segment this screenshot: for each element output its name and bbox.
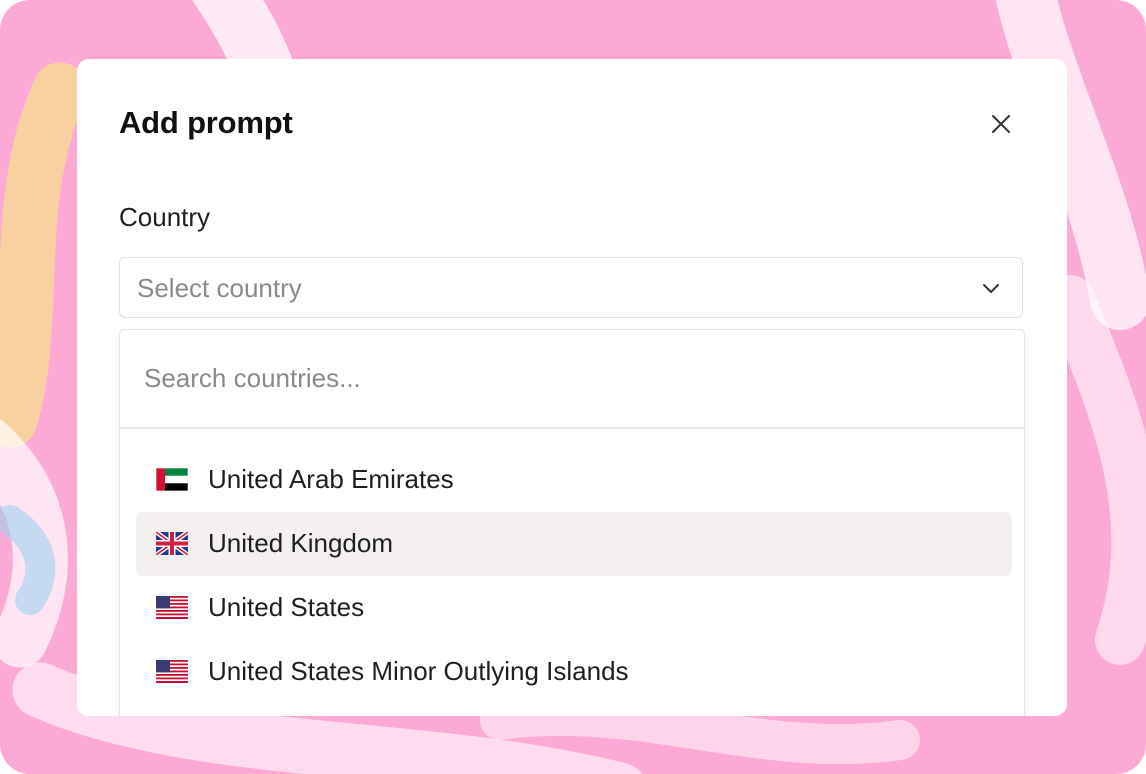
add-prompt-dialog: Add prompt Country Select country Search… [77, 59, 1067, 716]
country-select-placeholder: Select country [137, 273, 302, 303]
country-option-united-kingdom[interactable]: United Kingdom [136, 512, 1012, 576]
country-select[interactable]: Select country [119, 257, 1023, 318]
flag-uae-icon [156, 468, 188, 491]
flag-us-icon [156, 660, 188, 683]
country-option-united-states[interactable]: United States [136, 576, 1012, 640]
option-label: United States [208, 592, 365, 622]
backdrop: Add prompt Country Select country Search… [0, 0, 1146, 774]
country-label: Country [119, 202, 211, 232]
country-search-input[interactable] [144, 358, 994, 398]
flag-us-icon [156, 596, 188, 619]
close-icon [992, 115, 1010, 133]
country-option-us-minor-outlying-islands[interactable]: United States Minor Outlying Islands [136, 640, 1012, 704]
flag-uk-icon [156, 532, 188, 555]
divider [120, 427, 1024, 429]
option-label: United Arab Emirates [208, 464, 454, 494]
country-dropdown: United Arab Emirates United Kingdom [119, 329, 1025, 716]
close-button[interactable] [983, 106, 1019, 142]
chevron-down-icon [983, 284, 999, 293]
option-label: United Kingdom [208, 528, 393, 558]
dialog-title: Add prompt [119, 105, 293, 140]
option-label: United States Minor Outlying Islands [208, 656, 629, 686]
country-option-united-arab-emirates[interactable]: United Arab Emirates [136, 448, 1012, 512]
